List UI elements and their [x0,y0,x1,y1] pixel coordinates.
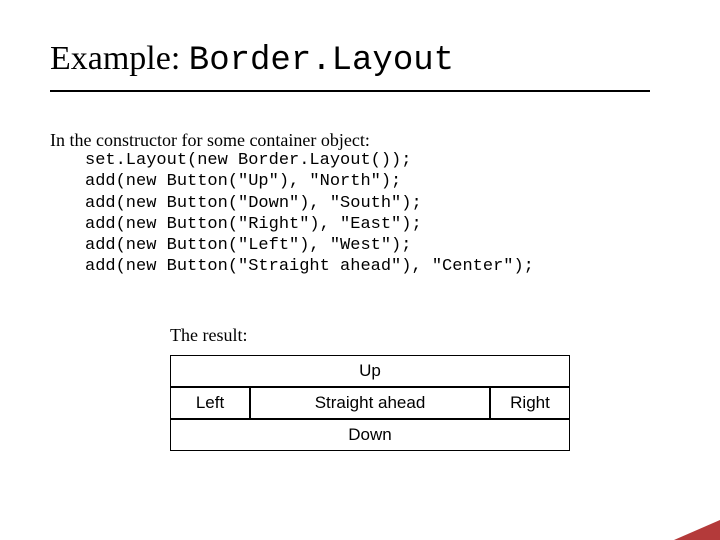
corner-accent-icon [674,520,720,540]
slide: Example: Border.Layout In the constructo… [0,0,720,540]
code-block: set.Layout(new Border.Layout()); add(new… [85,150,534,278]
button-east[interactable]: Right [490,387,570,419]
code-line: add(new Button("Left"), "West"); [85,236,411,255]
title-text-plain: Example: [50,40,189,77]
intro-text: In the constructor for some container ob… [50,130,370,151]
code-line: add(new Button("Up"), "North"); [85,172,401,191]
button-south[interactable]: Down [170,419,570,451]
button-north[interactable]: Up [170,355,570,387]
result-label: The result: [170,325,247,346]
button-west[interactable]: Left [170,387,250,419]
slide-title: Example: Border.Layout [50,42,454,78]
code-line: set.Layout(new Border.Layout()); [85,151,411,170]
code-line: add(new Button("Right"), "East"); [85,215,422,234]
title-underline [50,90,650,92]
title-text-mono: Border.Layout [189,42,454,80]
code-line: add(new Button("Down"), "South"); [85,194,422,213]
button-center[interactable]: Straight ahead [250,387,490,419]
code-line: add(new Button("Straight ahead"), "Cente… [85,257,534,276]
borderlayout-demo: Up Left Straight ahead Right Down [170,355,570,451]
